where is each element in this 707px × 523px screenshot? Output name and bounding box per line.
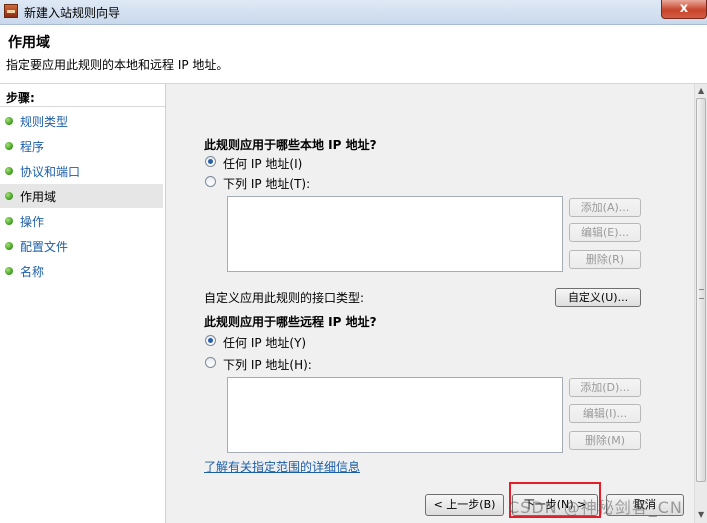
step-bullet-icon [5,142,13,150]
step-bullet-icon [5,167,13,175]
sidebar-item-label: 名称 [20,265,45,279]
remote-add-button[interactable]: 添加(D)... [569,378,641,397]
title-bar: 新建入站规则向导 x [0,0,707,25]
radio-label: 任何 IP 地址(I) [223,157,303,171]
watermark: CSDN @神秘剑客_CN [508,498,683,517]
remote-edit-button[interactable]: 编辑(I)... [569,404,641,423]
remote-remove-button[interactable]: 删除(M) [569,431,641,450]
sidebar-item-profile[interactable]: 配置文件 [0,234,163,258]
local-ip-listbox[interactable] [227,196,563,272]
scroll-up-arrow-icon[interactable]: ▲ [698,86,704,95]
radio-button[interactable] [205,357,216,368]
sidebar-item-protocol-ports[interactable]: 协议和端口 [0,159,163,183]
sidebar-item-name[interactable]: 名称 [0,259,163,283]
radio-button[interactable] [205,176,216,187]
firewall-app-icon [4,4,18,18]
radio-label: 下列 IP 地址(H): [223,358,312,372]
radio-button[interactable] [205,156,216,167]
scrollbar-thumb[interactable] [696,98,706,482]
local-edit-button[interactable]: 编辑(E)... [569,223,641,242]
sidebar-item-label: 配置文件 [20,240,69,254]
learn-more-link[interactable]: 了解有关指定范围的详细信息 [204,458,360,475]
steps-divider [0,106,165,107]
scroll-down-arrow-icon[interactable]: ▼ [698,510,704,519]
sidebar-item-label: 协议和端口 [20,165,81,179]
wizard-header: 作用域 指定要应用此规则的本地和远程 IP 地址。 [0,25,707,84]
local-add-button[interactable]: 添加(A)... [569,198,641,217]
steps-sidebar: 步骤: 规则类型 程序 协议和端口 作用域 操作 配置文件 名称 [0,84,166,523]
steps-title: 步骤: [6,91,35,105]
remote-ip-listbox[interactable] [227,377,563,453]
page-description: 指定要应用此规则的本地和远程 IP 地址。 [6,58,229,72]
local-ip-heading: 此规则应用于哪些本地 IP 地址? [204,138,377,152]
local-remove-button[interactable]: 删除(R) [569,250,641,269]
interface-type-label: 自定义应用此规则的接口类型: [204,291,365,305]
step-bullet-icon [5,217,13,225]
customize-interface-button[interactable]: 自定义(U)... [555,288,641,307]
window-title: 新建入站规则向导 [24,6,121,20]
step-bullet-icon [5,267,13,275]
sidebar-item-scope[interactable]: 作用域 [0,184,163,208]
sidebar-item-action[interactable]: 操作 [0,209,163,233]
sidebar-item-label: 操作 [20,215,45,229]
sidebar-item-program[interactable]: 程序 [0,134,163,158]
radio-button[interactable] [205,335,216,346]
step-bullet-icon [5,117,13,125]
close-button[interactable]: x [661,0,707,19]
scrollbar-grip-icon [699,289,704,299]
sidebar-item-label: 作用域 [20,190,57,204]
sidebar-item-rule-type[interactable]: 规则类型 [0,109,163,133]
remote-ip-heading: 此规则应用于哪些远程 IP 地址? [204,315,377,329]
step-bullet-icon [5,192,13,200]
vertical-scrollbar[interactable]: ▲ ▼ [694,84,707,523]
back-button[interactable]: < 上一步(B) [425,494,504,516]
radio-label: 任何 IP 地址(Y) [223,336,307,350]
page-title: 作用域 [8,35,50,51]
sidebar-item-label: 规则类型 [20,115,69,129]
sidebar-item-label: 程序 [20,140,45,154]
radio-label: 下列 IP 地址(T): [223,177,311,191]
step-bullet-icon [5,242,13,250]
